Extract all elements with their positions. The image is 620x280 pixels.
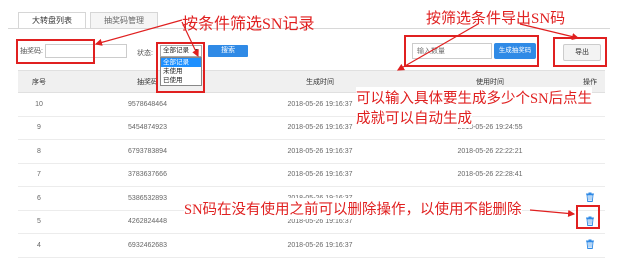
quantity-input[interactable] (412, 43, 492, 59)
row-code: 9578648464 (60, 92, 235, 117)
delete-annotation: SN码在没有使用之前可以删除操作，以使用不能删除 (184, 198, 522, 219)
row-action (575, 139, 605, 164)
export-annotation: 按筛选条件导出SN码 (426, 11, 566, 27)
export-button[interactable]: 导出 (563, 44, 601, 61)
row-action (575, 233, 605, 258)
tab-wheel-list[interactable]: 大转盘列表 (18, 12, 86, 28)
trash-icon[interactable] (585, 192, 595, 203)
row-index: 10 (18, 92, 60, 117)
row-action (575, 163, 605, 187)
col-header-index: 序号 (18, 70, 60, 93)
row-index: 9 (18, 116, 60, 140)
tab-code-management[interactable]: 抽奖码管理 (90, 12, 158, 28)
filter-annotation: 按条件筛选SN记录 (182, 16, 315, 33)
row-index: 4 (18, 233, 60, 258)
row-index: 6 (18, 186, 60, 211)
status-select-value: 全部记录 (163, 47, 189, 54)
generate-codes-button[interactable]: 生成抽奖码 (494, 43, 536, 59)
code-filter-input[interactable] (44, 44, 127, 58)
status-option-all[interactable]: 全部记录 (161, 58, 201, 67)
row-created-time: 2018-05-26 19:16:37 (235, 233, 405, 258)
trash-icon[interactable] (585, 216, 595, 226)
row-created-time: 2018-05-26 19:16:37 (235, 139, 405, 164)
status-select[interactable]: 全部记录 ▼ (160, 45, 202, 57)
status-dropdown: 全部记录 未使用 已使用 (160, 57, 202, 86)
row-code: 5454874923 (60, 116, 235, 140)
code-filter-label: 抽奖码: (20, 48, 43, 55)
row-index: 5 (18, 210, 60, 234)
row-index: 7 (18, 163, 60, 187)
tab-bar: 大转盘列表 抽奖码管理 (18, 12, 162, 28)
table-row: 8 6793783894 2018-05-26 19:16:37 2018-05-26… (18, 139, 605, 164)
table-row: 9 5454874923 2018-05-26 19:16:37 2018-05-26… (18, 116, 605, 140)
search-button[interactable]: 搜索 (208, 45, 248, 57)
row-action (575, 116, 605, 140)
generate-annotation-line2: 成就可以自动生成 (356, 107, 472, 128)
row-used-time: 2018-05-26 22:22:21 (405, 139, 575, 164)
row-action (575, 186, 605, 211)
table-row: 4 6932462683 2018-05-26 19:16:37 (18, 233, 605, 258)
filter-bar: 抽奖码: (20, 43, 127, 59)
status-option-used[interactable]: 已使用 (161, 76, 201, 85)
row-used-time (405, 233, 575, 258)
row-action (575, 210, 605, 234)
col-header-code: 抽奖码 (60, 70, 235, 93)
row-code: 3783637666 (60, 163, 235, 187)
row-created-time: 2018-05-26 19:16:37 (235, 163, 405, 187)
chevron-down-icon: ▼ (194, 48, 199, 54)
status-filter-label: 状态: (137, 50, 153, 57)
row-index: 8 (18, 139, 60, 164)
row-code: 6793783894 (60, 139, 235, 164)
row-used-time: 2018-05-26 22:28:41 (405, 163, 575, 187)
generate-annotation-line1: 可以输入具体要生成多少个SN后点生 (356, 87, 593, 108)
status-option-unused[interactable]: 未使用 (161, 67, 201, 76)
table-row: 7 3783637666 2018-05-26 19:16:37 2018-05-26… (18, 163, 605, 187)
row-code: 6932462683 (60, 233, 235, 258)
trash-icon[interactable] (585, 239, 595, 250)
